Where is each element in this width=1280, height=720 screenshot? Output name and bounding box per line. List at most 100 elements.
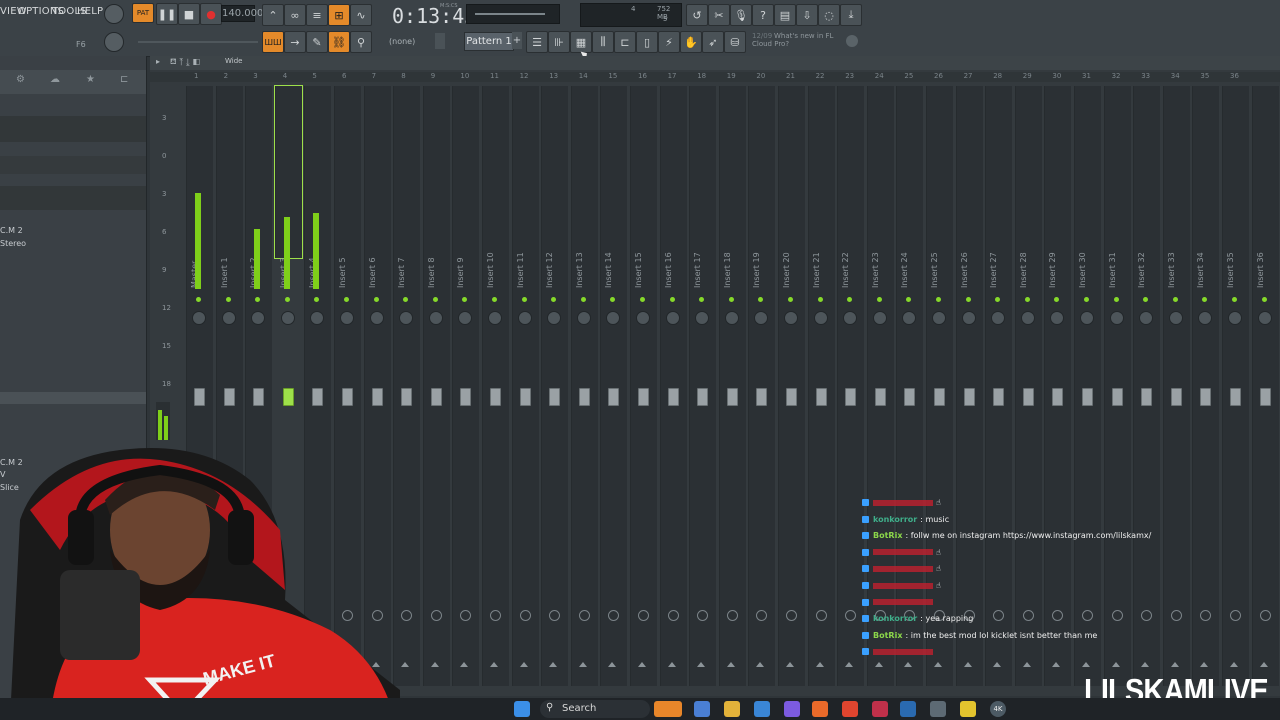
online-status-icon[interactable] (846, 35, 858, 47)
pan-knob[interactable] (813, 311, 828, 325)
track-enable-led[interactable] (965, 297, 971, 302)
track-enable-led[interactable] (492, 297, 497, 302)
route-arrow-icon[interactable] (667, 662, 676, 667)
volume-fader[interactable] (253, 388, 265, 406)
help-icon[interactable]: ? (752, 4, 774, 26)
route-arrow-icon[interactable] (401, 662, 410, 667)
pan-knob[interactable] (872, 311, 887, 325)
track-enable-led[interactable] (728, 297, 734, 302)
route-arrow-icon[interactable] (1200, 662, 1209, 667)
mixer-track[interactable] (1192, 86, 1220, 686)
volume-fader[interactable] (934, 388, 945, 406)
tempo-display[interactable]: 140.000 (221, 5, 263, 22)
volume-fader[interactable] (786, 388, 797, 406)
pan-knob[interactable] (192, 311, 206, 325)
volume-fader[interactable] (549, 388, 561, 406)
metronome-icon[interactable]: ⌃ (262, 4, 284, 26)
volume-fader[interactable] (726, 388, 738, 406)
microphone-icon[interactable]: 🎙 (730, 4, 752, 26)
volume-fader[interactable] (578, 388, 590, 406)
countdown-icon[interactable]: ≡ (306, 4, 328, 26)
volume-fader[interactable] (401, 388, 413, 406)
volume-fader[interactable] (904, 388, 916, 406)
send-knob[interactable] (726, 610, 738, 621)
record-icon[interactable]: ● (200, 3, 222, 25)
pan-knob[interactable] (1109, 311, 1124, 325)
volume-fader[interactable] (1200, 388, 1212, 406)
video-icon[interactable]: ➶ (702, 31, 724, 53)
volume-fader[interactable] (815, 388, 827, 406)
store-icon[interactable] (754, 701, 770, 717)
send-knob[interactable] (1230, 610, 1241, 621)
pan-knob[interactable] (1080, 311, 1094, 325)
mixer-track[interactable] (511, 86, 539, 686)
send-knob[interactable] (815, 610, 827, 621)
route-arrow-icon[interactable] (786, 662, 794, 667)
stop-icon[interactable]: ■ (178, 3, 200, 25)
mixer-track[interactable] (541, 86, 569, 686)
route-arrow-icon[interactable] (608, 662, 617, 667)
route-arrow-icon[interactable] (578, 662, 587, 667)
route-arrow-icon[interactable] (697, 662, 706, 667)
fl-cloud-icon[interactable]: ⛁ (724, 31, 746, 53)
route-arrow-icon[interactable] (815, 662, 824, 667)
browser-icon[interactable]: ⊏ (614, 31, 636, 53)
send-knob[interactable] (1170, 610, 1182, 621)
pan-knob[interactable] (665, 311, 680, 325)
mixer-icon[interactable]: ⫼ (592, 31, 614, 53)
save-icon[interactable]: ▤ (774, 4, 796, 26)
discord-icon[interactable] (784, 701, 800, 717)
volume-fader[interactable] (697, 388, 709, 406)
volume-fader[interactable] (490, 388, 501, 406)
loop-record-icon[interactable]: ∿ (350, 4, 372, 26)
route-arrow-icon[interactable] (1259, 662, 1268, 667)
menu-help[interactable]: HELP (77, 6, 103, 17)
track-enable-led[interactable] (580, 297, 586, 302)
stamp-icon[interactable]: ⚲ (350, 31, 372, 53)
mixer-track[interactable] (452, 86, 480, 686)
mixer-track[interactable] (748, 86, 776, 686)
volume-fader[interactable] (312, 388, 324, 406)
pan-knob[interactable] (932, 311, 946, 325)
pan-knob[interactable] (576, 311, 591, 325)
send-knob[interactable] (638, 610, 649, 621)
cut-icon[interactable]: ✂ (708, 4, 730, 26)
track-enable-led[interactable] (196, 297, 201, 302)
volume-fader[interactable] (667, 388, 679, 406)
browser-settings-icon[interactable]: ⚙ (16, 74, 25, 85)
volume-fader[interactable] (1230, 388, 1241, 406)
brave-icon[interactable] (842, 701, 858, 717)
volume-fader[interactable] (1259, 388, 1271, 406)
mixer-track[interactable] (422, 86, 450, 686)
volume-fader[interactable] (1170, 388, 1182, 406)
send-knob[interactable] (786, 610, 797, 621)
track-enable-led[interactable] (640, 297, 645, 302)
volume-fader[interactable] (845, 388, 857, 406)
send-knob[interactable] (1259, 610, 1271, 621)
track-enable-led[interactable] (876, 297, 882, 302)
steam-icon[interactable] (900, 701, 916, 717)
windows-start-icon[interactable] (514, 701, 530, 717)
pattern-selector[interactable]: Pattern 1 (464, 32, 514, 51)
pan-knob[interactable] (340, 311, 354, 325)
volume-fader[interactable] (1111, 388, 1123, 406)
touch-keyboard-icon[interactable]: ✋ (680, 31, 702, 53)
volume-fader[interactable] (371, 388, 383, 406)
pan-knob[interactable] (1168, 311, 1183, 325)
route-arrow-icon[interactable] (726, 662, 735, 667)
taskbar-search[interactable]: ⚲ Search (540, 700, 650, 718)
volume-fader[interactable] (608, 388, 620, 406)
volume-fader[interactable] (638, 388, 649, 406)
mixer-track[interactable] (482, 86, 509, 686)
route-arrow-icon[interactable] (490, 662, 498, 667)
send-knob[interactable] (519, 610, 531, 621)
track-enable-led[interactable] (1084, 297, 1089, 302)
pan-knob[interactable] (961, 311, 976, 325)
star-icon[interactable]: ★ (86, 74, 95, 85)
track-enable-led[interactable] (669, 297, 675, 302)
track-enable-led[interactable] (1024, 297, 1030, 302)
volume-fader[interactable] (342, 388, 353, 406)
track-enable-led[interactable] (1172, 297, 1178, 302)
track-enable-led[interactable] (432, 297, 438, 302)
arrow-right-icon[interactable]: → (284, 31, 306, 53)
